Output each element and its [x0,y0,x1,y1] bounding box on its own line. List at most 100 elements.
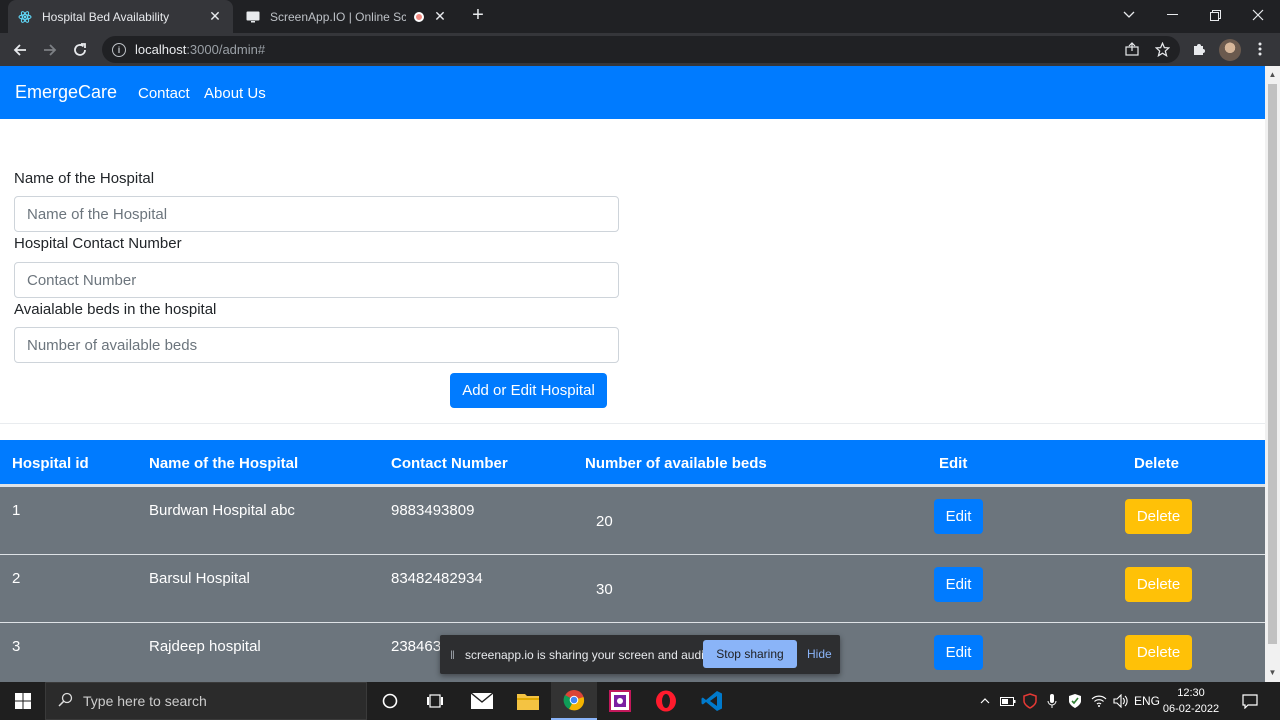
drag-handle-icon[interactable]: ‖ [450,648,455,662]
header-delete: Delete [1134,455,1180,472]
header-hospital-name: Name of the Hospital [149,455,299,472]
url-path: :3000/admin# [186,42,266,57]
share-message: screenapp.io is sharing your screen and … [464,647,714,662]
table-header: Hospital id Name of the Hospital Contact… [0,440,1265,486]
table-row: 1 Burdwan Hospital abc 9883493809 20 Edi… [0,486,1265,554]
tab-screenapp[interactable]: ScreenApp.IO | Online Screen ✕ [236,0,458,33]
system-clock[interactable]: 12:30 06-02-2022 [1160,685,1222,717]
antivirus-shield-icon[interactable] [1020,682,1040,720]
delete-button[interactable]: Delete [1125,499,1192,534]
show-hidden-icons-icon[interactable] [977,682,993,720]
battery-icon[interactable] [998,682,1018,720]
tab-hospital-bed[interactable]: Hospital Bed Availability ✕ [8,0,233,33]
available-beds-input[interactable] [14,327,619,363]
scroll-up-icon[interactable]: ▲ [1268,70,1277,80]
screenapp-icon [246,10,260,24]
close-tab-icon[interactable]: ✕ [207,8,223,25]
available-beds-label: Avaialable beds in the hospital [14,301,217,318]
snipping-tool-icon[interactable] [597,682,643,720]
opera-icon[interactable] [643,682,689,720]
minimize-icon[interactable] [1150,0,1194,30]
close-tab-icon[interactable]: ✕ [432,8,448,25]
cell-hospital-name: Rajdeep hospital [149,638,261,655]
extensions-icon[interactable] [1189,39,1209,59]
restore-icon[interactable] [1193,0,1237,30]
page-scrollbar[interactable]: ▲ ▼ [1265,66,1280,682]
security-shield-icon[interactable] [1064,682,1086,720]
site-info-icon[interactable]: i [112,42,126,57]
forward-icon[interactable] [38,38,62,62]
contact-number-label: Hospital Contact Number [14,235,182,252]
cell-contact-number: 83482482934 [391,570,483,587]
cell-hospital-id: 2 [12,570,21,587]
hospital-name-input[interactable] [14,196,619,232]
scrollbar-thumb[interactable] [1268,84,1277,644]
tab-title: ScreenApp.IO | Online Screen [270,9,406,24]
cell-hospital-name: Burdwan Hospital abc [149,502,295,519]
browser-toolbar: i localhost:3000/admin# [0,33,1280,66]
contact-number-input[interactable] [14,262,619,298]
mail-icon[interactable] [459,682,505,720]
wifi-icon[interactable] [1088,682,1110,720]
recording-icon [414,11,424,22]
chrome-icon[interactable] [551,682,597,720]
hospital-name-label: Name of the Hospital [14,170,155,187]
taskbar-search-input[interactable]: Type here to search [45,682,367,720]
volume-icon[interactable] [1110,682,1132,720]
delete-button[interactable]: Delete [1125,635,1192,670]
vscode-icon[interactable] [689,682,735,720]
search-placeholder: Type here to search [83,693,207,709]
share-icon[interactable] [1122,39,1142,59]
cell-hospital-name: Barsul Hospital [149,570,250,587]
react-icon [18,10,32,24]
site-navbar: EmergeCare Contact About Us [0,66,1265,119]
cell-available-beds: 20 [596,513,613,530]
cell-hospital-id: 3 [12,638,21,655]
clock-date: 06-02-2022 [1162,703,1220,715]
hide-banner-link[interactable]: Hide [807,647,832,661]
address-bar[interactable]: i localhost:3000/admin# [102,36,1180,63]
close-window-icon[interactable] [1236,0,1280,30]
delete-button[interactable]: Delete [1125,567,1192,602]
screen-share-banner: ‖ screenapp.io is sharing your screen an… [440,635,840,674]
bookmark-star-icon[interactable] [1152,39,1172,59]
edit-button[interactable]: Edit [934,635,983,670]
menu-kebab-icon[interactable] [1250,39,1270,59]
file-explorer-icon[interactable] [505,682,551,720]
table-row: 2 Barsul Hospital 83482482934 30 Edit De… [0,554,1265,622]
tab-title: Hospital Bed Availability [42,9,170,24]
nav-link-about[interactable]: About Us [204,85,266,102]
cortana-icon[interactable] [367,682,413,720]
header-edit: Edit [939,455,968,472]
edit-button[interactable]: Edit [934,499,983,534]
microphone-icon[interactable] [1042,682,1062,720]
header-hospital-id: Hospital id [12,455,89,472]
brand-logo[interactable]: EmergeCare [15,82,117,103]
header-contact-number: Contact Number [391,455,508,472]
scroll-down-icon[interactable]: ▼ [1268,668,1277,678]
clock-time: 12:30 [1177,687,1205,699]
add-edit-hospital-button[interactable]: Add or Edit Hospital [450,373,607,408]
windows-start-icon[interactable] [0,682,45,720]
notification-center-icon[interactable] [1236,682,1264,720]
back-icon[interactable] [8,38,32,62]
url-host: localhost [135,42,187,57]
cell-hospital-id: 1 [12,502,21,519]
search-icon [58,692,73,711]
header-available-beds: Number of available beds [585,455,767,472]
divider [0,423,1265,424]
browser-tab-bar: Hospital Bed Availability ✕ ScreenApp.IO… [0,0,1280,33]
tab-search-icon[interactable] [1107,0,1151,30]
page-viewport: EmergeCare Contact About Us Name of the … [0,66,1265,682]
stop-sharing-button[interactable]: Stop sharing [703,640,797,668]
language-indicator[interactable]: ENG [1134,682,1160,720]
cell-available-beds: 30 [596,581,613,598]
profile-avatar[interactable] [1219,39,1241,61]
task-view-icon[interactable] [412,682,458,720]
cell-contact-number: 238463 [391,638,442,655]
new-tab-icon[interactable]: + [468,5,488,26]
cell-contact-number: 9883493809 [391,502,475,519]
nav-link-contact[interactable]: Contact [138,85,190,102]
edit-button[interactable]: Edit [934,567,983,602]
reload-icon[interactable] [68,38,92,62]
